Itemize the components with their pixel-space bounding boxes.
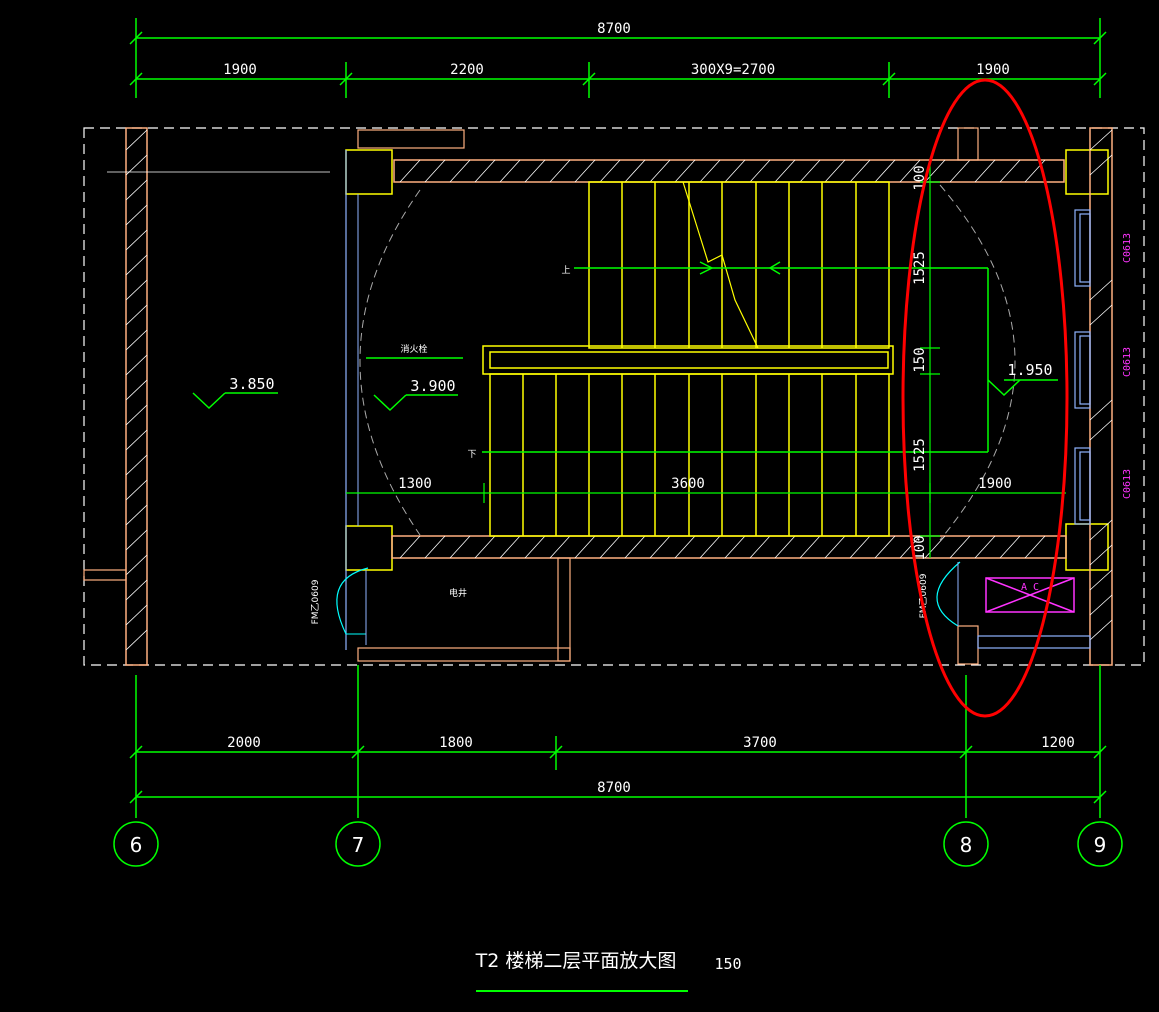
dim-bottom-seg1: 2000 xyxy=(227,735,261,751)
level-left: 3.850 xyxy=(229,375,274,393)
window-label-2: C0613 xyxy=(1122,347,1133,377)
dim-inner-3: 1900 xyxy=(978,476,1012,492)
level-marker-middle xyxy=(373,394,458,412)
axis-bubble-7: 7 xyxy=(335,821,381,867)
axis-bubble-6: 6 xyxy=(113,821,159,867)
left-wall xyxy=(83,127,330,666)
stair-break-line xyxy=(682,181,759,349)
dim-vert-3: 150 xyxy=(912,347,928,372)
right-wall xyxy=(1089,127,1113,666)
inner-dimension-line xyxy=(346,483,1066,503)
room-label: 电井 xyxy=(449,587,467,599)
door-left-label: FM乙0609 xyxy=(310,579,321,624)
windows xyxy=(1074,209,1091,525)
axis-bubble-9: 9 xyxy=(1077,821,1123,867)
dashed-boundary xyxy=(83,127,1145,666)
dim-vert-4: 1525 xyxy=(912,438,928,472)
dim-top-seg3: 300X9=2700 xyxy=(691,62,775,78)
axis-label-9: 9 xyxy=(1094,833,1107,857)
level-marker-left xyxy=(192,392,278,410)
dim-inner-2: 3600 xyxy=(671,476,705,492)
door-right xyxy=(936,561,961,627)
level-marker-right xyxy=(987,379,1058,397)
drawing-scale: 150 xyxy=(714,955,741,973)
level-middle: 3.900 xyxy=(410,377,455,395)
handrail xyxy=(482,345,894,375)
upper-stair-flight xyxy=(588,181,890,349)
dim-bottom-seg4: 1200 xyxy=(1041,735,1075,751)
window-label-3: C0613 xyxy=(1122,469,1133,499)
axis-label-8: 8 xyxy=(960,833,973,857)
dim-top-seg1: 1900 xyxy=(223,62,257,78)
lower-stair-flight xyxy=(489,373,890,537)
door-left xyxy=(336,567,369,645)
dim-inner-1: 1300 xyxy=(398,476,432,492)
dim-top-total: 8700 xyxy=(597,21,631,37)
top-wall xyxy=(357,127,1065,183)
bottom-wall xyxy=(357,535,1091,665)
columns xyxy=(345,149,1109,571)
dim-bottom-seg2: 1800 xyxy=(439,735,473,751)
drawing-title: T2 楼梯二层平面放大图 xyxy=(475,950,677,972)
dim-top-seg4: 1900 xyxy=(976,62,1010,78)
axis-label-6: 6 xyxy=(130,833,143,857)
dim-top-seg2: 2200 xyxy=(450,62,484,78)
dim-bottom-total: 8700 xyxy=(597,780,631,796)
dim-vert-2: 1525 xyxy=(912,251,928,285)
axis-bubble-8: 8 xyxy=(943,821,989,867)
window-label-1: C0613 xyxy=(1122,233,1133,263)
label-up: 上 xyxy=(561,265,570,276)
highlight-ellipse xyxy=(901,78,1069,718)
label-down: 下 xyxy=(467,450,476,460)
ac-label: A C xyxy=(1021,582,1039,593)
axis-label-7: 7 xyxy=(352,833,365,857)
dim-bottom-seg3: 3700 xyxy=(743,735,777,751)
label-fire-hydrant: 消火栓 xyxy=(400,343,427,355)
level-right: 1.950 xyxy=(1007,361,1052,379)
stair-plan-drawing: 8700 1900 2200 300X9=2700 1900 C0613 C06… xyxy=(83,18,1145,992)
